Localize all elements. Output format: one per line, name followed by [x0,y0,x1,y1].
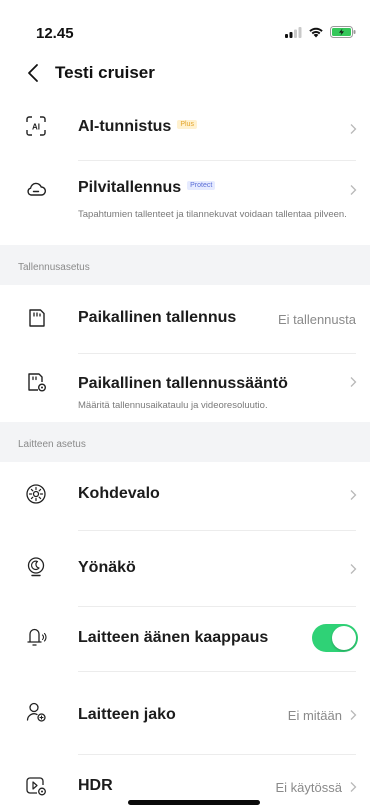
chevron-right-icon [350,710,357,720]
microphone-icon [27,628,47,646]
sd-card-icon [29,309,45,327]
sd-card-settings-icon [28,373,46,392]
settings-row-cloud-storage[interactable]: Pilvitallennus Protect Tapahtumien tallen… [0,161,370,245]
chevron-right-icon [350,564,357,574]
svg-text:AI: AI [32,123,40,132]
home-indicator[interactable] [128,800,260,805]
audio-capture-toggle[interactable] [312,624,358,652]
cloud-icon [27,182,47,196]
local-recording-rule-description: Määritä tallennusaikataulu ja videoresol… [78,400,268,411]
chevron-right-icon [350,124,357,134]
status-icons [285,26,356,38]
hdr-label: HDR [78,777,113,794]
settings-row-audio-capture[interactable]: Laitteen äänen kaappaus [0,607,370,671]
chevron-right-icon [350,377,357,387]
night-vision-icon [27,557,45,577]
ai-detection-label: AI-tunnistus Plus [78,118,197,136]
page-title: Testi cruiser [55,63,155,82]
local-recording-value: Ei tallennusta [277,312,356,327]
hdr-value: Ei käytössä [275,780,342,795]
night-vision-label: Yönäkö [78,559,136,576]
settings-row-spotlight[interactable]: Kohdevalo [0,462,370,530]
hdr-icon [26,777,46,796]
chevron-right-icon [350,185,357,195]
local-recording-rule-label: Paikallinen tallennussääntö [78,375,288,392]
settings-row-night-vision[interactable]: Yönäkö [0,531,370,606]
spotlight-label: Kohdevalo [78,485,160,502]
settings-row-ai-detection[interactable]: AI AI-tunnistus Plus [0,100,370,160]
cloud-storage-description: Tapahtumien tallenteet ja tilannekuvat v… [78,209,347,220]
toggle-knob [332,626,356,650]
spotlight-icon [26,484,46,504]
settings-row-local-recording[interactable]: Paikallinen tallennus Ei tallennusta [0,285,370,353]
status-time: 12.45 [36,25,74,42]
chevron-right-icon [350,490,357,500]
audio-capture-label: Laitteen äänen kaappaus [78,629,269,646]
cloud-storage-label: Pilvitallennus Protect [78,179,216,197]
protect-badge: Protect [187,181,216,191]
chevron-right-icon [350,782,357,792]
section-title: Tallennusasetus [18,262,90,273]
back-chevron-icon [28,64,38,82]
section-header-device: Laitteen asetus [0,422,370,462]
ai-scan-icon: AI [26,116,46,136]
device-sharing-value: Ei mitään [287,708,342,723]
nav-bar: Testi cruiser [0,55,370,95]
section-header-recording: Tallennusasetus [0,245,370,285]
plus-badge: Plus [177,120,197,130]
share-users-icon [26,702,46,722]
settings-row-local-recording-rule[interactable]: Paikallinen tallennussääntö Määritä tall… [0,354,370,422]
local-recording-label: Paikallinen tallennus [78,309,237,326]
battery-charging-icon [330,26,356,38]
wifi-icon [309,27,323,38]
status-bar: 12.45 [0,0,370,44]
settings-row-device-sharing[interactable]: Laitteen jako Ei mitään [0,672,370,754]
back-button[interactable] [20,60,46,86]
device-sharing-label: Laitteen jako [78,706,176,723]
section-title: Laitteen asetus [18,439,86,450]
signal-icon [285,26,302,38]
